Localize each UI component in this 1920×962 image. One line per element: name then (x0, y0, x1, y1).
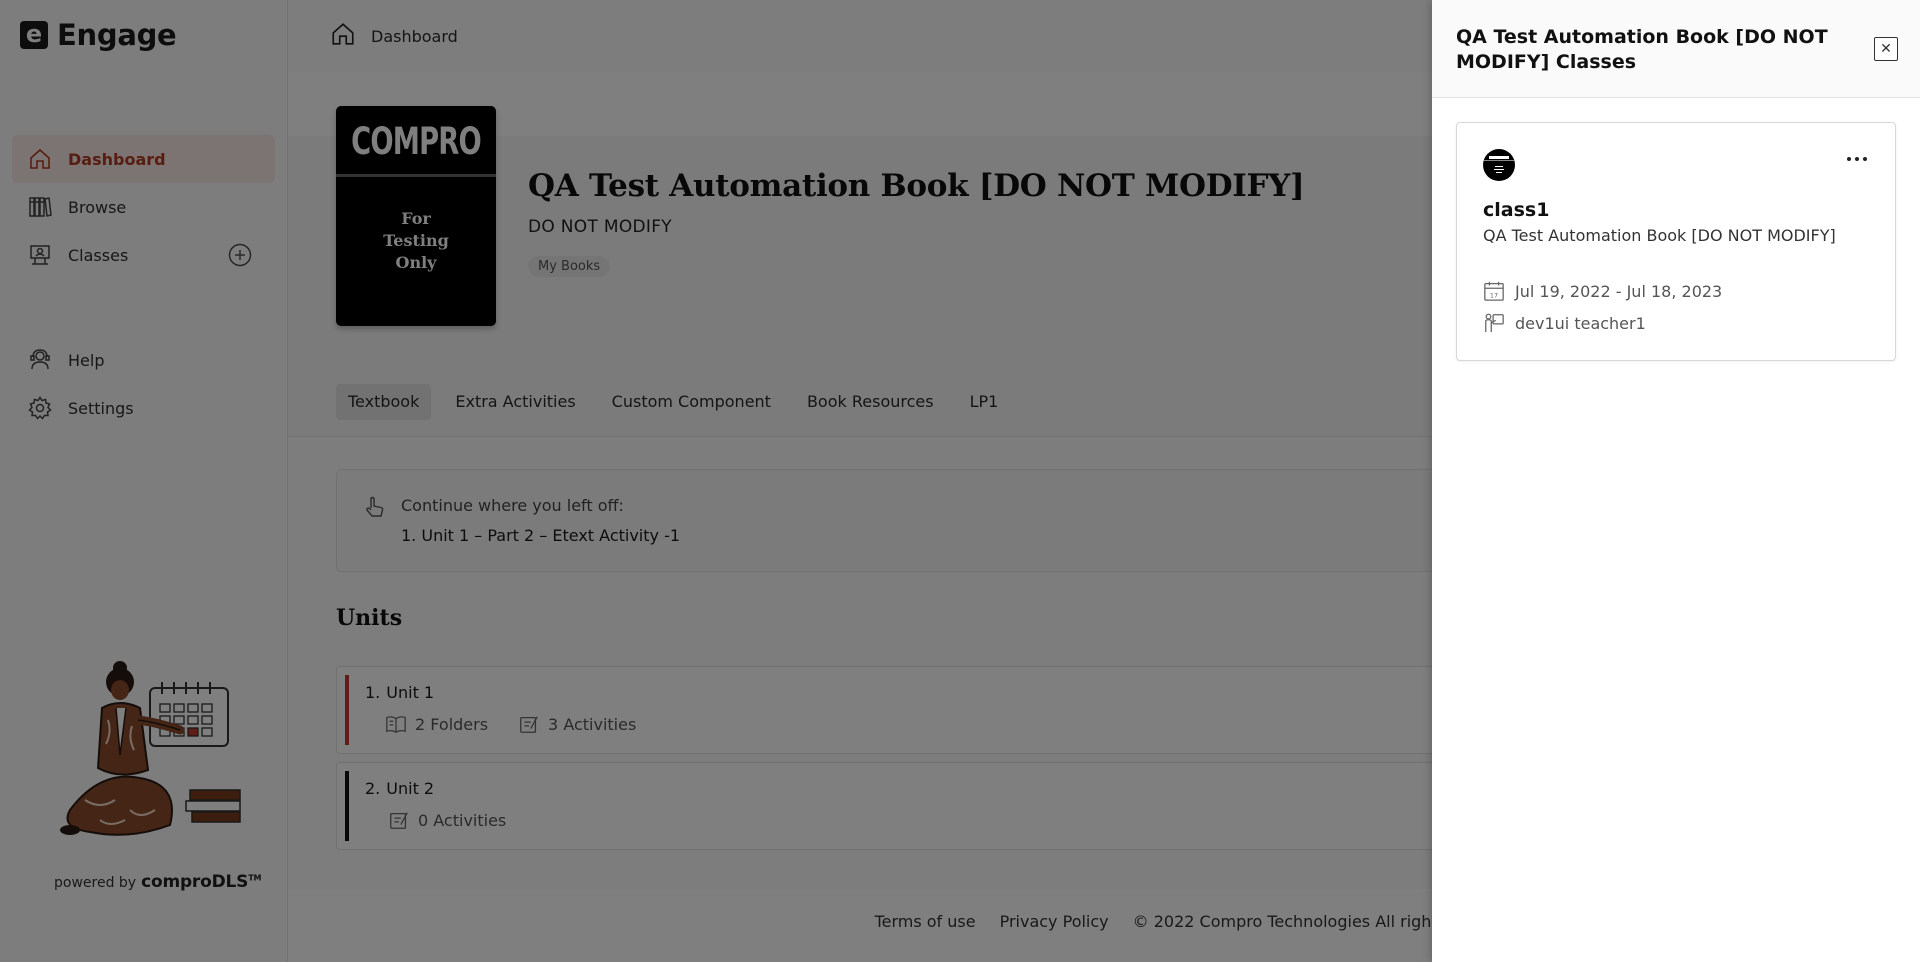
dot (1855, 157, 1859, 161)
svg-text:17: 17 (1490, 291, 1498, 299)
close-icon: ✕ (1880, 41, 1892, 57)
drawer-title: QA Test Automation Book [DO NOT MODIFY] … (1456, 26, 1828, 73)
class-name: class1 (1483, 199, 1550, 221)
calendar-icon: 17 (1483, 280, 1505, 302)
dot (1863, 157, 1867, 161)
dot (1847, 157, 1851, 161)
class-avatar (1483, 149, 1515, 181)
class-dates: Jul 19, 2022 - Jul 18, 2023 (1515, 281, 1723, 301)
more-options-button[interactable] (1845, 153, 1869, 165)
close-button[interactable]: ✕ (1874, 37, 1898, 61)
modal-backdrop[interactable] (0, 0, 1432, 962)
class-dates-row: 17 Jul 19, 2022 - Jul 18, 2023 (1483, 280, 1722, 302)
class-card[interactable]: class1 QA Test Automation Book [DO NOT M… (1456, 122, 1896, 361)
class-teacher: dev1ui teacher1 (1515, 313, 1646, 333)
teacher-icon (1483, 312, 1505, 334)
class-teacher-row: dev1ui teacher1 (1483, 312, 1646, 334)
avatar-cover-art (1483, 153, 1515, 181)
classes-drawer: QA Test Automation Book [DO NOT MODIFY] … (1432, 0, 1920, 962)
drawer-header: QA Test Automation Book [DO NOT MODIFY] … (1432, 0, 1920, 98)
class-book: QA Test Automation Book [DO NOT MODIFY] (1483, 226, 1836, 245)
